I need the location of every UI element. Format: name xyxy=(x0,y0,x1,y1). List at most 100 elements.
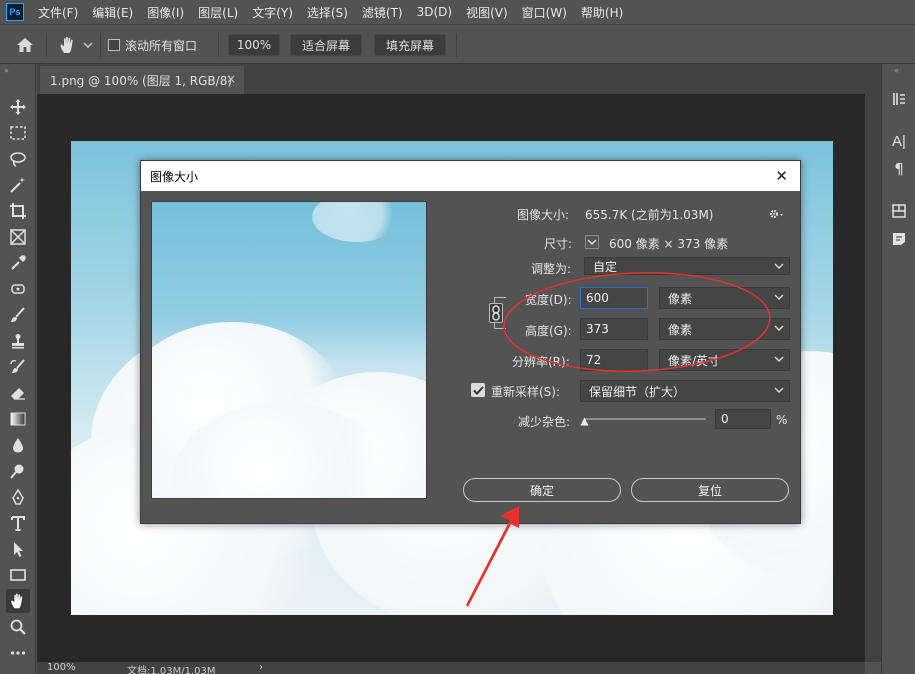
options-separator xyxy=(100,33,101,57)
chain-link-icon[interactable] xyxy=(489,303,503,323)
options-bar: 滚动所有窗口 100% 适合屏幕 填充屏幕 xyxy=(0,24,915,64)
menu-type[interactable]: 文字(Y) xyxy=(252,4,293,21)
width-input[interactable]: 600 xyxy=(580,287,648,309)
properties-panel-icon[interactable] xyxy=(890,202,908,220)
paragraph-panel-icon[interactable] xyxy=(890,90,908,108)
fit-to-value: 自定 xyxy=(593,259,618,274)
character-panel-icon[interactable]: A| xyxy=(890,132,908,150)
checkmark-icon xyxy=(472,385,484,395)
height-unit-select[interactable]: 像素 xyxy=(659,318,790,340)
clone-stamp-tool-icon[interactable] xyxy=(6,329,30,353)
width-unit-select[interactable]: 像素 xyxy=(659,287,790,309)
notes-panel-icon[interactable] xyxy=(890,230,908,248)
resolution-unit-select[interactable]: 像素/英寸 xyxy=(659,349,790,371)
image-preview[interactable] xyxy=(151,201,427,499)
reduce-noise-slider-thumb[interactable] xyxy=(580,415,589,426)
chevron-down-icon[interactable] xyxy=(82,39,94,51)
width-label: 宽度(D): xyxy=(525,293,572,307)
eraser-tool-icon[interactable] xyxy=(6,381,30,405)
menu-window[interactable]: 窗口(W) xyxy=(522,4,567,21)
dialog-close-icon[interactable]: ✕ xyxy=(775,167,788,185)
options-separator xyxy=(456,33,457,57)
resample-select[interactable]: 保留细节（扩大） xyxy=(580,380,790,402)
eyedropper-tool-icon[interactable] xyxy=(6,251,30,275)
path-selection-tool-icon[interactable] xyxy=(6,537,30,561)
pen-tool-icon[interactable] xyxy=(6,485,30,509)
height-input[interactable]: 373 xyxy=(580,318,648,340)
fit-screen-button[interactable]: 适合屏幕 xyxy=(290,34,362,56)
zoom-tool-icon[interactable] xyxy=(6,615,30,639)
dialog-titlebar: 图像大小 ✕ xyxy=(141,161,800,191)
pilcrow-icon[interactable]: ¶ xyxy=(890,160,908,178)
document-tab[interactable]: 1.png @ 100% (图层 1, RGB/8) × xyxy=(40,66,244,94)
reset-button[interactable]: 复位 xyxy=(631,478,789,502)
ok-button[interactable]: 确定 xyxy=(463,478,621,502)
resample-label: 重新采样(S): xyxy=(491,385,561,399)
gradient-tool-icon[interactable] xyxy=(6,407,30,431)
resolution-input[interactable]: 72 xyxy=(580,349,648,371)
menu-select[interactable]: 选择(S) xyxy=(307,4,348,21)
chevron-down-icon xyxy=(774,356,784,362)
menu-3d[interactable]: 3D(D) xyxy=(417,5,452,19)
rectangle-tool-icon[interactable] xyxy=(6,563,30,587)
menu-view[interactable]: 视图(V) xyxy=(466,4,508,21)
frame-tool-icon[interactable] xyxy=(6,225,30,249)
expand-arrows-icon[interactable]: « xyxy=(894,66,899,75)
gear-icon[interactable] xyxy=(768,206,786,222)
menu-filter[interactable]: 滤镜(T) xyxy=(362,4,403,21)
brush-tool-icon[interactable] xyxy=(6,303,30,327)
zoom-level-button[interactable]: 100% xyxy=(228,34,280,56)
fill-screen-button[interactable]: 填充屏幕 xyxy=(374,34,446,56)
close-tab-icon[interactable]: × xyxy=(226,72,236,86)
marquee-tool-icon[interactable] xyxy=(6,121,30,145)
history-brush-tool-icon[interactable] xyxy=(6,355,30,379)
spot-healing-tool-icon[interactable] xyxy=(6,277,30,301)
blur-tool-icon[interactable] xyxy=(6,433,30,457)
image-size-label: 图像大小: xyxy=(517,208,570,222)
options-separator xyxy=(218,33,219,57)
status-bar: 100% 文档:1.03M/1.03M › xyxy=(37,662,865,674)
options-separator xyxy=(46,33,47,57)
chevron-down-icon xyxy=(774,263,784,269)
fit-to-select[interactable]: 自定 xyxy=(584,257,790,275)
menu-edit[interactable]: 编辑(E) xyxy=(92,4,133,21)
reduce-noise-input[interactable]: 0 xyxy=(715,409,771,429)
menu-file[interactable]: 文件(F) xyxy=(38,4,78,21)
height-unit-value: 像素 xyxy=(668,322,693,337)
resolution-label: 分辨率(R): xyxy=(512,355,570,369)
status-zoom[interactable]: 100% xyxy=(47,662,76,673)
status-menu-arrow[interactable]: › xyxy=(259,662,263,673)
magic-wand-tool-icon[interactable] xyxy=(6,173,30,197)
resolution-unit-value: 像素/英寸 xyxy=(668,353,721,368)
tool-panel: » xyxy=(0,64,36,674)
image-size-dialog: 图像大小 ✕ 图像大小: 655.7K (之前为1.03M) 尺寸: 600 像… xyxy=(140,160,801,524)
resample-value: 保留细节（扩大） xyxy=(589,384,686,399)
status-doc-size: 文档:1.03M/1.03M xyxy=(127,666,216,674)
home-icon[interactable] xyxy=(14,35,36,55)
dimensions-value: 600 像素 × 373 像素 xyxy=(609,237,729,251)
lasso-tool-icon[interactable] xyxy=(6,147,30,171)
chevron-down-icon xyxy=(774,325,784,331)
reduce-noise-slider-track[interactable] xyxy=(584,418,706,420)
document-tab-label: 1.png @ 100% (图层 1, RGB/8) xyxy=(50,73,233,88)
more-tools-icon[interactable] xyxy=(6,641,30,665)
hand-tool-icon[interactable] xyxy=(6,589,30,613)
scroll-all-windows-checkbox[interactable] xyxy=(108,39,120,51)
menu-layer[interactable]: 图层(L) xyxy=(198,4,238,21)
menu-help[interactable]: 帮助(H) xyxy=(581,4,623,21)
dodge-tool-icon[interactable] xyxy=(6,459,30,483)
crop-tool-icon[interactable] xyxy=(6,199,30,223)
document-tab-bar: 1.png @ 100% (图层 1, RGB/8) × xyxy=(37,64,882,94)
collapse-arrows-icon[interactable]: » xyxy=(4,66,9,75)
hand-tool-preset-icon[interactable] xyxy=(56,34,80,56)
vertical-scrollbar[interactable] xyxy=(865,94,881,662)
move-tool-icon[interactable] xyxy=(6,95,30,119)
image-size-value: 655.7K (之前为1.03M) xyxy=(585,208,714,222)
dimensions-dropdown[interactable] xyxy=(585,235,599,249)
photoshop-logo: Ps xyxy=(6,3,24,21)
type-tool-icon[interactable] xyxy=(6,511,30,535)
menu-image[interactable]: 图像(I) xyxy=(147,4,184,21)
reduce-noise-label: 减少杂色: xyxy=(518,415,571,429)
resample-checkbox[interactable] xyxy=(471,383,485,397)
photoshop-window: Ps 文件(F) 编辑(E) 图像(I) 图层(L) 文字(Y) 选择(S) 滤… xyxy=(0,0,915,674)
